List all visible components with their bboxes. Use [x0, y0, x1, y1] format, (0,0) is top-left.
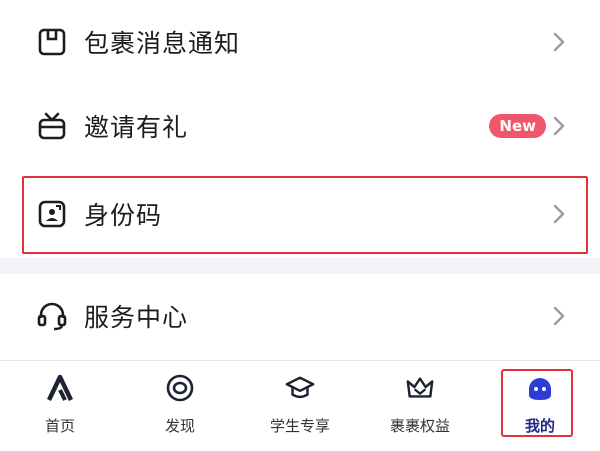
- package-notice-icon: [36, 26, 68, 58]
- discover-eye-icon: [166, 374, 194, 402]
- crown-benefit-icon: [406, 377, 434, 398]
- tab-label: 学生专享: [269, 417, 330, 435]
- section-divider: [0, 258, 600, 274]
- menu-item-label: 邀请有礼: [84, 113, 189, 142]
- tab-home[interactable]: 首页: [0, 361, 120, 451]
- tab-student[interactable]: 学生专享: [240, 361, 360, 451]
- tab-label: 首页: [44, 417, 75, 435]
- menu-item-label: 包裹消息通知: [84, 29, 241, 58]
- tab-highlight-box: [501, 369, 573, 437]
- chevron-right-icon: [553, 32, 565, 52]
- tab-benefits[interactable]: 裹裹权益: [360, 361, 480, 451]
- menu-item-service-center[interactable]: 服务中心: [0, 274, 600, 358]
- highlight-box: [22, 176, 588, 254]
- tab-label: 发现: [164, 417, 195, 435]
- graduation-cap-icon: [285, 376, 315, 399]
- menu-item-invite[interactable]: 邀请有礼 New: [0, 84, 600, 168]
- menu-item-package-notice[interactable]: 包裹消息通知: [0, 0, 600, 84]
- gift-tv-icon: [36, 110, 68, 142]
- tab-label: 裹裹权益: [389, 417, 450, 435]
- chevron-right-icon: [553, 116, 565, 136]
- tab-discover[interactable]: 发现: [120, 361, 240, 451]
- home-a-icon: [46, 374, 74, 401]
- menu-item-label: 服务中心: [84, 303, 189, 332]
- chevron-right-icon: [553, 306, 565, 326]
- headset-icon: [36, 300, 68, 332]
- new-badge: New: [489, 114, 546, 138]
